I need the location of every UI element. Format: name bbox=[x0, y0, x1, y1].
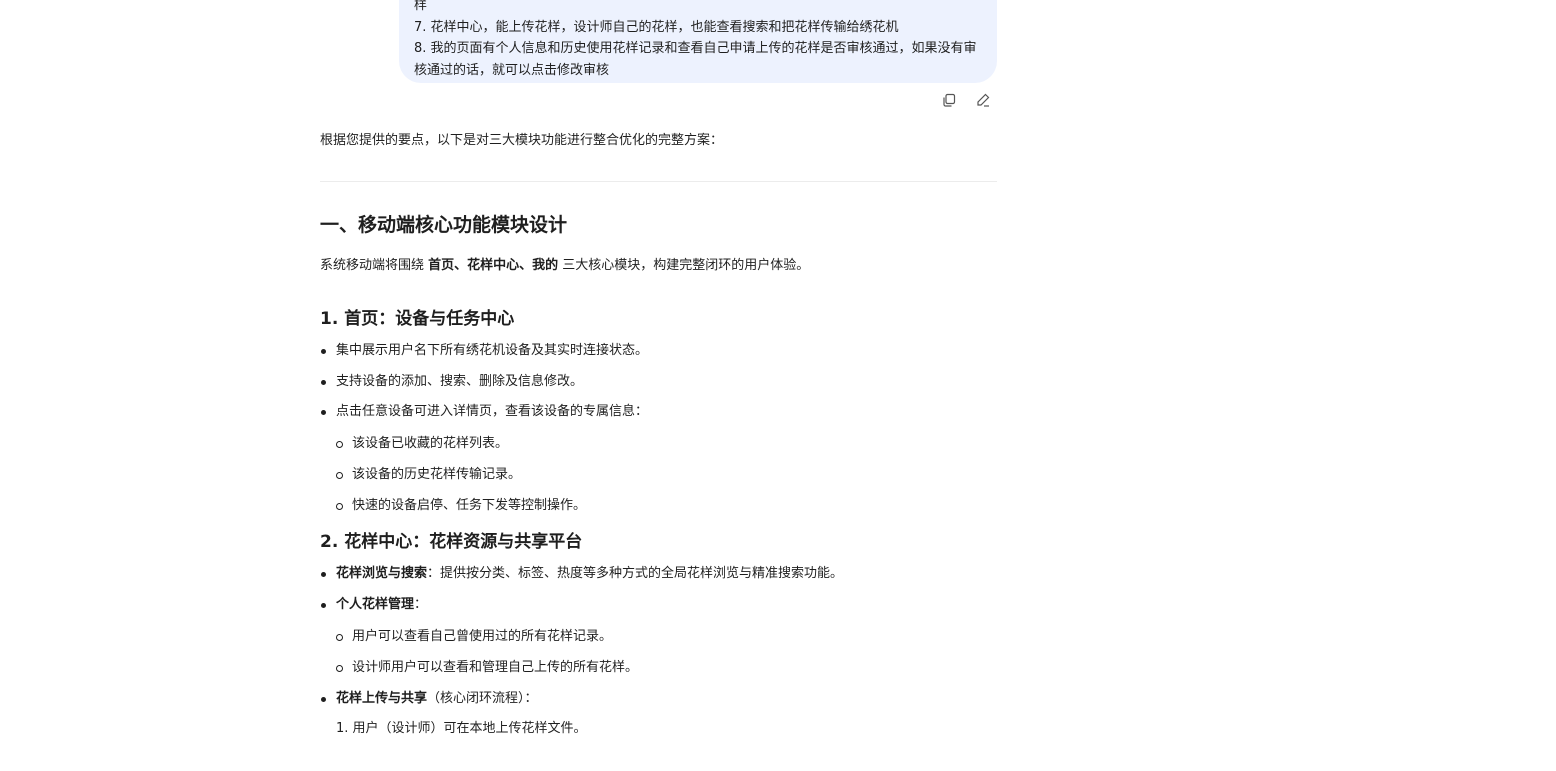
subsection-1-list: 集中展示用户名下所有绣花机设备及其实时连接状态。 支持设备的添加、搜索、删除及信… bbox=[320, 341, 997, 516]
sublist: 该设备已收藏的花样列表。 该设备的历史花样传输记录。 快速的设备启停、任务下发等… bbox=[336, 434, 997, 516]
copy-icon[interactable] bbox=[940, 91, 958, 109]
list-item-text: 点击任意设备可进入详情页，查看该设备的专属信息： bbox=[336, 404, 649, 419]
subsection-2-heading: 2. 花样中心：花样资源与共享平台 bbox=[320, 532, 583, 552]
section-1-heading: 一、移动端核心功能模块设计 bbox=[320, 214, 568, 236]
list-item: 个人花样管理： 用户可以查看自己曾使用过的所有花样记录。 设计师用户可以查看和管… bbox=[320, 595, 997, 678]
upload-step-1: 1. 用户（设计师）可在本地上传花样文件。 bbox=[336, 721, 587, 735]
list-item: 花样浏览与搜索：提供按分类、标签、热度等多种方式的全局花样浏览与精准搜索功能。 bbox=[320, 564, 997, 584]
user-message-bubble: 样 7. 花样中心，能上传花样，设计师自己的花样，也能查看搜索和把花样传输给绣花… bbox=[399, 0, 997, 83]
sublist: 用户可以查看自己曾使用过的所有花样记录。 设计师用户可以查看和管理自己上传的所有… bbox=[336, 627, 997, 678]
list-item: 支持设备的添加、搜索、删除及信息修改。 bbox=[320, 372, 997, 392]
message-actions bbox=[940, 91, 992, 109]
subsection-2-list: 花样浏览与搜索：提供按分类、标签、热度等多种方式的全局花样浏览与精准搜索功能。 … bbox=[320, 564, 997, 709]
browse-text: ：提供按分类、标签、热度等多种方式的全局花样浏览与精准搜索功能。 bbox=[427, 566, 844, 581]
upload-text: （核心闭环流程）： bbox=[427, 690, 538, 706]
divider bbox=[320, 181, 997, 182]
edit-icon[interactable] bbox=[974, 91, 992, 109]
sublist-item: 该设备的历史花样传输记录。 bbox=[336, 465, 997, 485]
answer-intro: 根据您提供的要点，以下是对三大模块功能进行整合优化的完整方案： bbox=[320, 133, 724, 148]
manage-text: ： bbox=[414, 596, 428, 612]
lead-bold: 首页、花样中心、我的 bbox=[428, 258, 559, 273]
user-message-line-8: 8. 我的页面有个人信息和历史使用花样记录和查看自己申请上传的花样是否审核通过，… bbox=[414, 41, 977, 78]
list-item: 花样上传与共享（核心闭环流程）： bbox=[320, 689, 997, 709]
sublist-item: 该设备已收藏的花样列表。 bbox=[336, 434, 997, 454]
assistant-answer: 根据您提供的要点，以下是对三大模块功能进行整合优化的完整方案： 一、移动端核心功… bbox=[320, 130, 997, 735]
sublist-item: 用户可以查看自己曾使用过的所有花样记录。 bbox=[336, 627, 997, 647]
browse-bold: 花样浏览与搜索 bbox=[336, 566, 428, 581]
user-message-line-7: 7. 花样中心，能上传花样，设计师自己的花样，也能查看搜索和把花样传输给绣花机 bbox=[414, 19, 899, 35]
list-item: 点击任意设备可进入详情页，查看该设备的专属信息： 该设备已收藏的花样列表。 该设… bbox=[320, 402, 997, 516]
sublist-item: 设计师用户可以查看和管理自己上传的所有花样。 bbox=[336, 658, 997, 678]
lead-prefix: 系统移动端将围绕 bbox=[320, 258, 429, 273]
user-message-line-partial: 样 bbox=[414, 0, 428, 13]
list-item: 集中展示用户名下所有绣花机设备及其实时连接状态。 bbox=[320, 341, 997, 361]
upload-bold: 花样上传与共享 bbox=[336, 690, 428, 706]
manage-bold: 个人花样管理 bbox=[336, 596, 415, 612]
subsection-1-heading: 1. 首页：设备与任务中心 bbox=[320, 309, 515, 329]
lead-suffix: 三大核心模块，构建完整闭环的用户体验。 bbox=[558, 258, 810, 273]
sublist-item: 快速的设备启停、任务下发等控制操作。 bbox=[336, 496, 997, 516]
section-1-lead: 系统移动端将围绕 首页、花样中心、我的 三大核心模块，构建完整闭环的用户体验。 bbox=[320, 256, 997, 276]
